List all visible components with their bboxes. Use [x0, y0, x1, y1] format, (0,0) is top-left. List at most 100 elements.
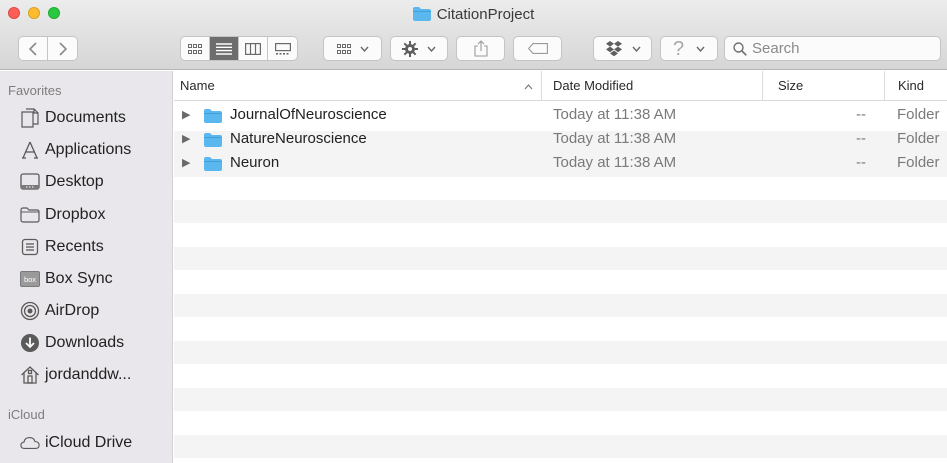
desktop-icon [20, 172, 40, 192]
chevron-down-icon [696, 46, 705, 52]
table-row[interactable]: ▶ Neuron Today at 11:38 AM -- Folder [174, 152, 947, 174]
chevron-left-icon [29, 41, 37, 56]
sidebar-item-icloud-drive[interactable]: iCloud Drive [0, 428, 172, 458]
row-stripe [174, 200, 947, 223]
chevron-down-icon [359, 46, 369, 52]
tag-button[interactable] [513, 36, 562, 61]
sidebar-item-label: Downloads [45, 334, 125, 351]
list-icon [216, 42, 232, 55]
sidebar: Favorites Documents Applications Desktop… [0, 71, 173, 463]
navigation-buttons [18, 36, 78, 61]
file-size: -- [856, 154, 866, 171]
column-header-name[interactable]: Name [180, 71, 215, 101]
row-stripe [174, 341, 947, 364]
sidebar-item-desktop[interactable]: Desktop [0, 167, 172, 197]
row-stripe [174, 247, 947, 270]
column-divider[interactable] [541, 71, 542, 101]
file-kind: Folder [897, 106, 940, 123]
column-header-size[interactable]: Size [778, 71, 803, 101]
sidebar-item-recents[interactable]: Recents [0, 232, 172, 262]
sidebar-item-label: iCloud Drive [45, 434, 133, 451]
folder-icon [20, 205, 40, 225]
disclosure-triangle-icon[interactable]: ▶ [182, 128, 194, 150]
sidebar-item-label: Box Sync [45, 270, 113, 287]
file-kind: Folder [897, 154, 940, 171]
search-input[interactable] [752, 40, 922, 57]
home-icon [20, 365, 40, 385]
window-title: CitationProject [0, 6, 947, 24]
sidebar-item-airdrop[interactable]: AirDrop [0, 296, 172, 326]
action-button[interactable] [390, 36, 448, 61]
box-icon: box [20, 269, 40, 289]
cloud-icon [20, 433, 40, 453]
chevron-down-icon [427, 46, 436, 52]
file-kind: Folder [897, 130, 940, 147]
forward-button[interactable] [48, 37, 77, 60]
sort-ascending-icon [524, 71, 533, 101]
folder-icon [412, 7, 431, 21]
group-by-button[interactable] [323, 36, 382, 61]
grid-icon [336, 43, 351, 54]
columns-icon [245, 42, 261, 55]
gallery-icon [274, 42, 291, 55]
file-name: JournalOfNeuroscience [230, 106, 387, 123]
sidebar-item-label: AirDrop [45, 302, 100, 319]
sidebar-item-label: Applications [45, 141, 132, 158]
share-icon [473, 40, 488, 57]
downloads-icon [20, 333, 40, 353]
search-icon [733, 41, 747, 56]
sidebar-item-label: Desktop [45, 173, 104, 190]
svg-text:box: box [24, 275, 36, 284]
table-row[interactable]: ▶ JournalOfNeuroscience Today at 11:38 A… [174, 104, 947, 126]
date-modified: Today at 11:38 AM [553, 106, 677, 123]
sidebar-item-label: Recents [45, 238, 104, 255]
sidebar-item-applications[interactable]: Applications [0, 135, 172, 165]
column-header-kind[interactable]: Kind [898, 71, 924, 101]
list-view-button[interactable] [210, 37, 239, 60]
disclosure-triangle-icon[interactable]: ▶ [182, 104, 194, 126]
date-modified: Today at 11:38 AM [553, 130, 677, 147]
search-field[interactable] [724, 36, 941, 61]
window-toolbar: CitationProject ? Search [0, 0, 947, 70]
grid-icon [188, 43, 202, 54]
icloud-heading: iCloud [8, 407, 45, 422]
view-mode-control [180, 36, 298, 61]
back-button[interactable] [19, 37, 48, 60]
recents-icon [20, 237, 40, 257]
favorites-heading: Favorites [8, 83, 62, 98]
chevron-right-icon [58, 41, 67, 56]
share-button[interactable] [456, 36, 505, 61]
sidebar-item-box-sync[interactable]: box Box Sync [0, 264, 172, 294]
sidebar-item-downloads[interactable]: Downloads [0, 328, 172, 358]
applications-icon [20, 140, 40, 160]
table-row[interactable]: ▶ NatureNeuroscience Today at 11:38 AM -… [174, 128, 947, 150]
documents-icon [20, 108, 40, 128]
help-button[interactable]: ? [660, 36, 718, 61]
column-header-date-modified[interactable]: Date Modified [553, 71, 633, 101]
icon-view-button[interactable] [181, 37, 210, 60]
sidebar-item-home[interactable]: jordanddw... [0, 360, 172, 390]
column-view-button[interactable] [239, 37, 268, 60]
row-stripe [174, 294, 947, 317]
sidebar-item-label: Documents [45, 109, 126, 126]
tag-icon [527, 43, 548, 54]
sidebar-item-label: jordanddw... [45, 366, 132, 383]
column-divider[interactable] [762, 71, 763, 101]
gallery-view-button[interactable] [268, 37, 297, 60]
file-size: -- [856, 130, 866, 147]
column-divider[interactable] [884, 71, 885, 101]
file-list: Name Date Modified Size Kind ▶ JournalOf… [174, 71, 947, 463]
gear-icon [402, 40, 418, 57]
file-name: NatureNeuroscience [230, 130, 367, 147]
airdrop-icon [20, 301, 40, 321]
dropbox-button[interactable] [593, 36, 652, 61]
sidebar-item-dropbox[interactable]: Dropbox [0, 200, 172, 230]
file-name: Neuron [230, 154, 280, 171]
disclosure-triangle-icon[interactable]: ▶ [182, 152, 194, 174]
column-header-row: Name Date Modified Size Kind [174, 71, 947, 101]
sidebar-item-label: Dropbox [45, 206, 106, 223]
date-modified: Today at 11:38 AM [553, 154, 677, 171]
dropbox-icon [605, 40, 622, 56]
folder-icon [204, 132, 222, 147]
sidebar-item-documents[interactable]: Documents [0, 103, 172, 133]
